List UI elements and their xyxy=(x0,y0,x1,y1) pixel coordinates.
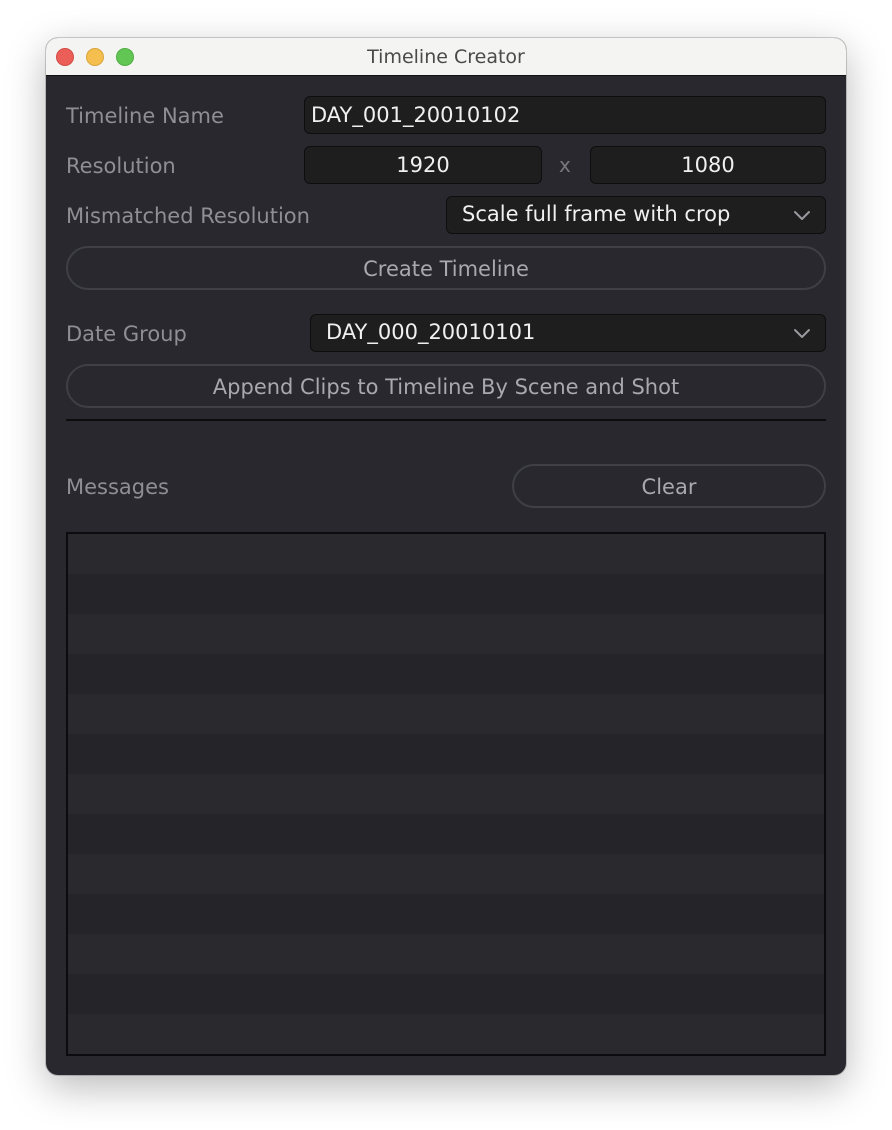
resolution-label: Resolution xyxy=(66,154,176,178)
timeline-creator-window: Timeline Creator Timeline Name Resolutio… xyxy=(46,38,846,1075)
messages-list[interactable] xyxy=(66,532,826,1056)
chevron-down-icon xyxy=(794,211,810,220)
mismatched-resolution-value: Scale full frame with crop xyxy=(462,202,731,226)
resolution-width-input[interactable] xyxy=(304,146,542,184)
create-timeline-button[interactable]: Create Timeline xyxy=(66,246,826,290)
window-title: Timeline Creator xyxy=(367,46,525,68)
mismatched-resolution-label: Mismatched Resolution xyxy=(66,204,310,228)
chevron-down-icon xyxy=(794,329,810,338)
timeline-name-input[interactable] xyxy=(304,96,826,134)
timeline-name-label: Timeline Name xyxy=(66,104,224,128)
append-clips-button[interactable]: Append Clips to Timeline By Scene and Sh… xyxy=(66,364,826,408)
resolution-height-input[interactable] xyxy=(590,146,826,184)
date-group-value: DAY_000_20010101 xyxy=(326,320,536,344)
title-bar: Timeline Creator xyxy=(46,38,846,76)
date-group-select[interactable]: DAY_000_20010101 xyxy=(310,314,826,352)
clear-messages-button[interactable]: Clear xyxy=(512,464,826,508)
messages-label: Messages xyxy=(66,475,169,499)
date-group-label: Date Group xyxy=(66,322,187,346)
mismatched-resolution-select[interactable]: Scale full frame with crop xyxy=(446,196,826,234)
section-divider xyxy=(66,419,826,421)
resolution-separator: x xyxy=(559,153,571,177)
